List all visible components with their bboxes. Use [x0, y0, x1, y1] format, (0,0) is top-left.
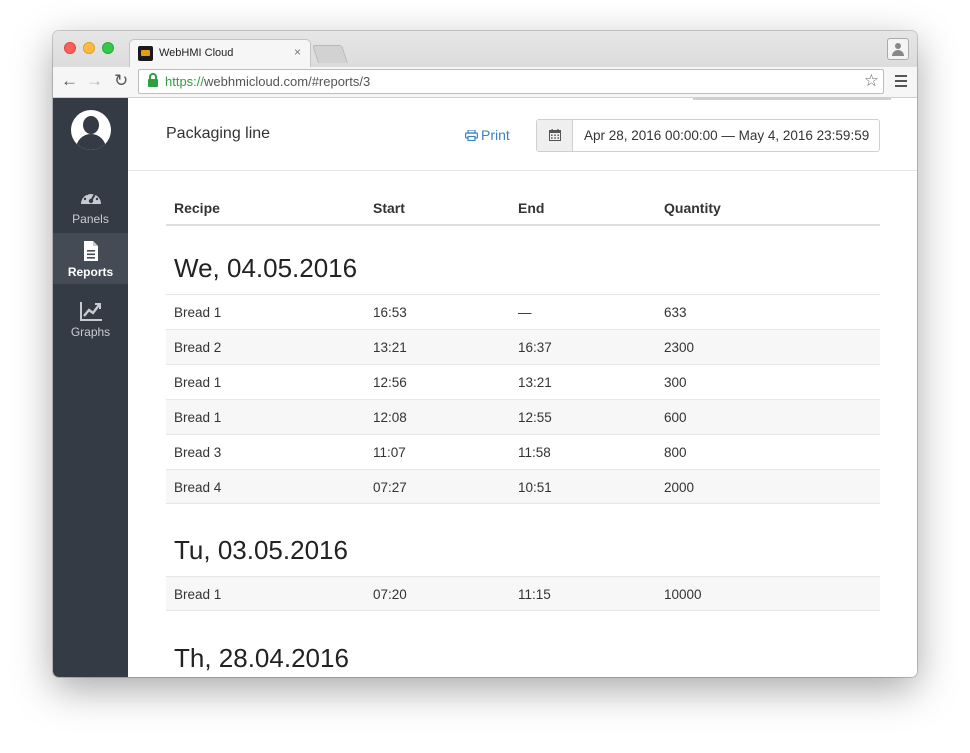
column-header-quantity: Quantity [664, 200, 721, 216]
cell-start: 12:56 [373, 375, 407, 390]
cell-quantity: 10000 [664, 587, 702, 602]
tab-title: WebHMI Cloud [159, 47, 234, 59]
bookmark-star-icon[interactable]: ☆ [864, 71, 879, 91]
browser-window: WebHMI Cloud × ← → ↻ https://webhmicloud… [53, 31, 917, 677]
cell-quantity: 300 [664, 375, 687, 390]
line-chart-icon [80, 302, 102, 321]
cell-start: 16:53 [373, 305, 407, 320]
table-row: Bread 3 11:07 11:58 800 [166, 434, 880, 469]
window-close-button[interactable] [64, 42, 76, 54]
sidebar-item-label: Graphs [70, 325, 111, 339]
url-text[interactable]: https://webhmicloud.com/#reports/3 [165, 74, 370, 89]
day-heading: Th, 28.04.2016 [174, 643, 349, 673]
column-header-recipe: Recipe [174, 200, 220, 216]
cell-end: 13:21 [518, 375, 552, 390]
print-button[interactable]: Print [465, 127, 510, 143]
day-heading: We, 04.05.2016 [174, 253, 358, 283]
sidebar-item-label: Reports [67, 265, 114, 279]
table-row: Bread 1 12:56 13:21 300 [166, 364, 880, 399]
webhmi-favicon-icon [138, 46, 153, 61]
sidebar-item-reports[interactable]: Reports [53, 233, 128, 284]
forward-arrow-icon[interactable]: → [86, 71, 103, 91]
user-avatar[interactable] [71, 110, 111, 150]
cell-quantity: 2000 [664, 480, 695, 495]
window-maximize-button[interactable] [102, 42, 114, 54]
reload-icon[interactable]: ↻ [114, 71, 128, 91]
sidebar-item-graphs[interactable]: Graphs [53, 293, 128, 344]
calendar-addon[interactable] [537, 120, 573, 151]
cell-quantity: 800 [664, 445, 687, 460]
new-tab-button[interactable] [312, 45, 348, 63]
cell-quantity: 2300 [664, 340, 695, 355]
table-header: Recipe Start End Quantity [166, 198, 880, 226]
cell-end: 12:55 [518, 410, 552, 425]
header-divider [128, 170, 917, 171]
cell-recipe: Bread 1 [174, 305, 222, 320]
cell-recipe: Bread 3 [174, 445, 222, 460]
tab-strip: WebHMI Cloud × [53, 31, 917, 67]
cell-start: 07:27 [373, 480, 407, 495]
cell-start: 12:08 [373, 410, 407, 425]
cell-end: 10:51 [518, 480, 552, 495]
printer-icon [465, 130, 478, 141]
cell-recipe: Bread 2 [174, 340, 222, 355]
cell-end: 16:37 [518, 340, 552, 355]
table-row: Bread 1 07:20 11:15 10000 [166, 576, 880, 611]
cell-quantity: 633 [664, 305, 687, 320]
page-title: Packaging line [166, 125, 271, 142]
day-heading: Tu, 03.05.2016 [174, 535, 348, 565]
sidebar-item-label: Panels [72, 212, 109, 226]
lock-icon [148, 73, 158, 87]
cell-recipe: Bread 1 [174, 587, 222, 602]
back-arrow-icon[interactable]: ← [61, 71, 78, 91]
cell-recipe: Bread 1 [174, 410, 222, 425]
cell-quantity: 600 [664, 410, 687, 425]
column-header-start: Start [373, 200, 405, 216]
browser-toolbar: ← → ↻ https://webhmicloud.com/#reports/3… [53, 67, 917, 98]
profile-icon[interactable] [887, 38, 909, 60]
window-minimize-button[interactable] [83, 42, 95, 54]
cell-end: 11:58 [518, 445, 551, 460]
divider [693, 98, 891, 100]
cell-recipe: Bread 1 [174, 375, 222, 390]
sidebar-item-panels[interactable]: Panels [53, 180, 128, 231]
browser-tab[interactable]: WebHMI Cloud × [129, 39, 311, 67]
report-content: Packaging line Print Apr 28, 2016 00:00:… [128, 98, 917, 677]
cell-recipe: Bread 4 [174, 480, 222, 495]
cell-start: 13:21 [373, 340, 407, 355]
print-label: Print [481, 127, 510, 143]
browser-menu-icon[interactable] [895, 75, 907, 87]
table-row: Bread 4 07:27 10:51 2000 [166, 469, 880, 504]
sidebar: Panels Reports Graphs [53, 98, 128, 677]
table-row: Bread 1 16:53 — 633 [166, 294, 880, 329]
date-range-picker[interactable]: Apr 28, 2016 00:00:00 — May 4, 2016 23:5… [536, 119, 880, 152]
cell-end: 11:15 [518, 587, 551, 602]
table-row: Bread 2 13:21 16:37 2300 [166, 329, 880, 364]
calendar-icon [549, 129, 561, 141]
cell-start: 11:07 [373, 445, 406, 460]
cell-start: 07:20 [373, 587, 407, 602]
tab-close-icon[interactable]: × [294, 45, 301, 59]
cell-end: — [518, 305, 532, 320]
document-icon [84, 241, 98, 261]
gauge-icon [81, 190, 101, 204]
table-row: Bread 1 12:08 12:55 600 [166, 399, 880, 434]
date-range-value[interactable]: Apr 28, 2016 00:00:00 — May 4, 2016 23:5… [584, 128, 869, 143]
address-bar[interactable]: https://webhmicloud.com/#reports/3 ☆ [138, 69, 884, 94]
column-header-end: End [518, 200, 545, 216]
